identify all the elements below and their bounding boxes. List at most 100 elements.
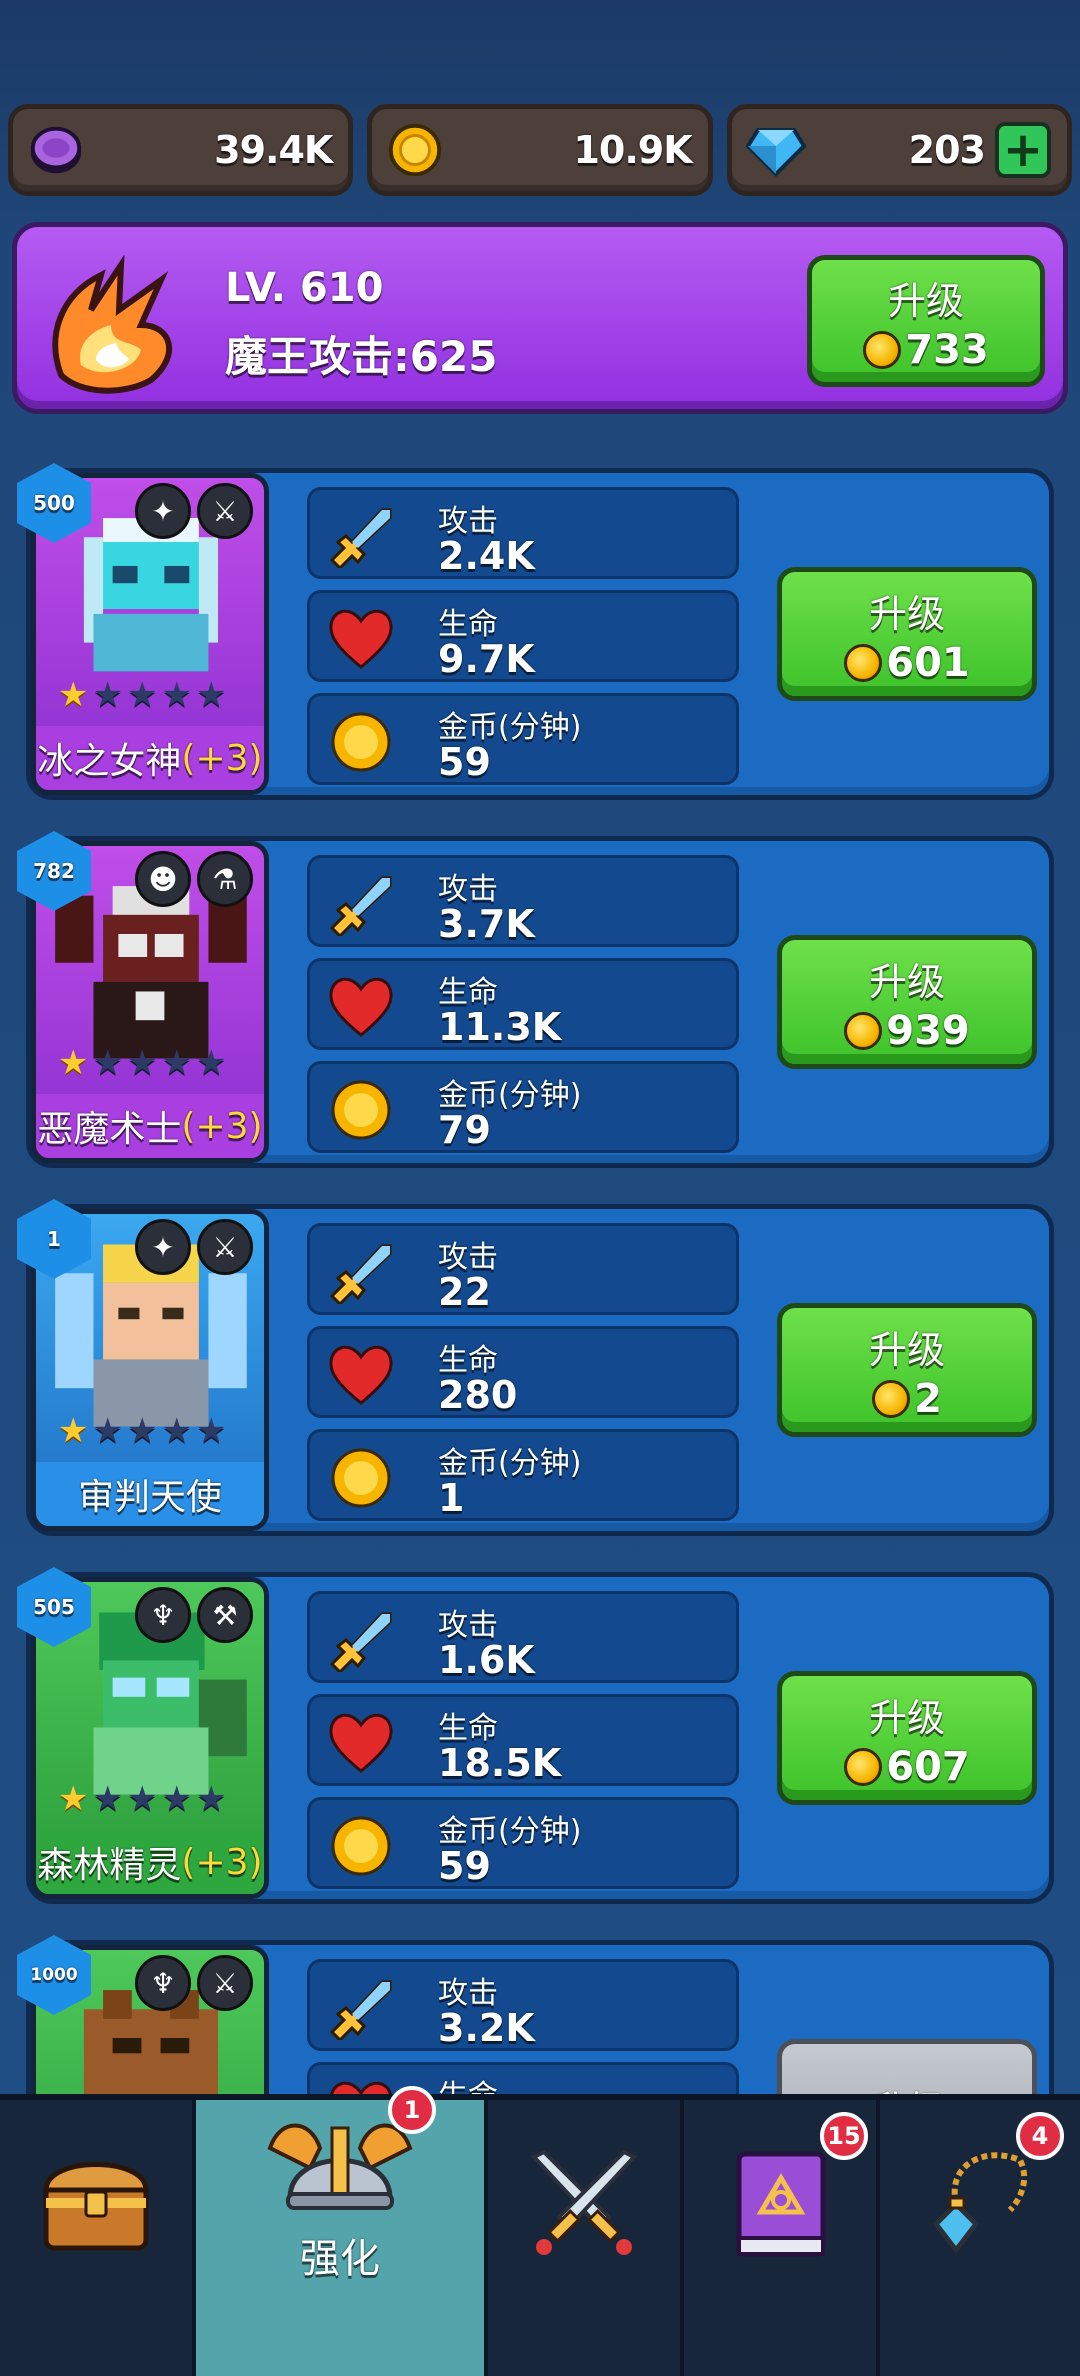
role-icons: ♆ ⚔ (135, 1955, 253, 2011)
gold-stat: 金币(分钟) 59 (307, 693, 739, 785)
star-icon: ★ (195, 1043, 227, 1083)
spellbook-icon (736, 2151, 826, 2257)
diamond-display[interactable]: 203 + (726, 104, 1072, 196)
star-icon: ★ (126, 1043, 158, 1083)
wings-emblem-icon: ✦ (135, 483, 191, 539)
hero-card[interactable]: ★ ★ ★ ★ ★ 恶魔术士 (+3) 782 ☻ ⚗ 攻击 3.7K 生命 11… (17, 831, 1054, 1168)
upgrade-label: 升级 (868, 1695, 945, 1740)
role-icons: ☻ ⚗ (135, 851, 253, 907)
gold-coin-icon (331, 712, 391, 772)
stat-value: 22 (438, 1270, 491, 1314)
upgrade-label: 升级 (868, 591, 945, 636)
star-icon: ★ (92, 1411, 123, 1451)
heart-icon (329, 977, 393, 1037)
gold-coin-icon (331, 1816, 391, 1876)
stat-value: 59 (438, 1844, 491, 1888)
purple-token-display[interactable]: 39.4K (8, 104, 354, 196)
nav-amulet[interactable]: 4 (880, 2100, 1080, 2376)
gold-stat: 金币(分钟) 1 (307, 1429, 739, 1521)
coin-icon (863, 330, 902, 369)
upgrade-cost-value: 607 (886, 1743, 970, 1790)
stat-value: 11.3K (438, 1005, 562, 1049)
hero-upgrade-button[interactable]: 升级 939 (777, 935, 1037, 1069)
hero-name: 冰之女神 (37, 741, 182, 782)
fire-claw-icon (52, 255, 172, 394)
hero-card[interactable]: ★ ★ ★ ★ ★ 森林精灵 (+3) 505 ♆ ⚒ 攻击 1.6K 生命 18… (17, 1567, 1054, 1904)
attack-stat: 攻击 1.6K (307, 1591, 739, 1683)
treasure-chest-icon (43, 2162, 149, 2251)
star-icon: ★ (195, 1411, 227, 1451)
attack-stat: 攻击 3.7K (307, 855, 739, 947)
star-icon: ★ (195, 1779, 227, 1819)
nav-battle[interactable] (488, 2100, 684, 2376)
gold-coin-display[interactable]: 10.9K (367, 104, 713, 196)
star-rating: ★ ★ ★ ★ ★ (58, 1046, 226, 1080)
sword-icon (329, 508, 392, 568)
gold-coin-value: 10.9K (573, 128, 692, 172)
diamond-icon (745, 128, 806, 177)
hero-name-bar: 恶魔术士 (+3) (36, 1094, 264, 1158)
upgrade-cost: 607 (844, 1744, 970, 1790)
upgrade-cost-value: 939 (886, 1007, 970, 1054)
hero-upgrade-button[interactable]: 升级 2 (777, 1303, 1037, 1437)
elf-emblem-icon: ♆ (135, 1587, 191, 1643)
hero-name: 森林精灵 (37, 1845, 182, 1886)
notification-badge: 4 (1016, 2112, 1064, 2160)
hero-upgrade-button[interactable]: 升级 607 (777, 1671, 1037, 1805)
gold-stat: 金币(分钟) 79 (307, 1061, 739, 1153)
sword-icon (329, 1244, 392, 1304)
attack-stat: 攻击 3.2K (307, 1959, 739, 2051)
hero-card[interactable]: ★ ★ ★ ★ ★ 审判天使 1 ✦ ⚔ 攻击 22 生命 280 金币(分钟)… (17, 1199, 1054, 1536)
hero-bonus: (+3) (181, 1841, 263, 1883)
hammer-icon: ⚒ (197, 1587, 253, 1643)
hero-card[interactable]: ★ ★ ★ ★ ★ 冰之女神 (+3) 500 ✦ ⚔ 攻击 2.4K 生命 9.… (17, 463, 1054, 800)
star-icon: ★ (58, 1411, 89, 1451)
role-icons: ✦ ⚔ (135, 483, 253, 539)
star-icon: ★ (161, 1779, 192, 1819)
coin-icon (844, 1011, 883, 1050)
upgrade-label: 升级 (868, 1327, 945, 1372)
upgrade-cost: 601 (844, 640, 970, 686)
amulet-icon (932, 2152, 1028, 2255)
stat-value: 79 (438, 1108, 491, 1152)
star-icon: ★ (58, 675, 89, 715)
stat-value: 9.7K (438, 637, 535, 681)
nav-treasure-chest[interactable] (0, 2100, 196, 2376)
diamond-value: 203 (908, 128, 986, 172)
upgrade-cost: 733 (863, 327, 989, 373)
hp-stat: 生命 280 (307, 1326, 739, 1418)
star-icon: ★ (126, 675, 158, 715)
gold-coin-icon (389, 123, 442, 177)
hero-name-bar: 冰之女神 (+3) (36, 726, 264, 790)
purple-token-value: 39.4K (214, 128, 333, 172)
role-icons: ♆ ⚒ (135, 1587, 253, 1643)
attack-stat: 攻击 22 (307, 1223, 739, 1315)
upgrade-cost: 939 (844, 1008, 970, 1054)
currency-bar: 39.4K 10.9K 203 + (8, 104, 1072, 196)
demon-emblem-icon: ☻ (135, 851, 191, 907)
sword-icon: ⚔ (197, 483, 253, 539)
coin-icon (844, 643, 883, 682)
add-diamond-button[interactable]: + (994, 122, 1051, 178)
star-icon: ★ (126, 1411, 158, 1451)
star-icon: ★ (161, 1043, 192, 1083)
stat-value: 1.6K (438, 1638, 535, 1682)
bottom-nav: 强化 1 15 4 (0, 2086, 1080, 2376)
hp-stat: 生命 9.7K (307, 590, 739, 682)
star-rating: ★ ★ ★ ★ ★ (58, 678, 226, 712)
sword-icon (329, 1980, 392, 2040)
gold-coin-icon (331, 1080, 391, 1140)
attack-stat: 攻击 2.4K (307, 487, 739, 579)
hero-name: 审判天使 (77, 1477, 222, 1518)
nav-spellbook[interactable]: 15 (684, 2100, 880, 2376)
nav-strengthen[interactable]: 强化 1 (196, 2086, 488, 2376)
hero-name-bar: 森林精灵 (+3) (36, 1830, 264, 1894)
sword-icon: ⚔ (197, 1219, 253, 1275)
hero-upgrade-button[interactable]: 升级 601 (777, 567, 1037, 701)
star-icon: ★ (92, 1779, 123, 1819)
hero-bonus: (+3) (181, 1105, 263, 1147)
boss-upgrade-button[interactable]: 升级 733 (807, 255, 1045, 387)
notification-badge: 15 (820, 2112, 868, 2160)
boss-panel: LV. 610 魔王攻击:625 升级 733 (12, 222, 1068, 414)
boss-level: LV. 610 (225, 265, 384, 311)
